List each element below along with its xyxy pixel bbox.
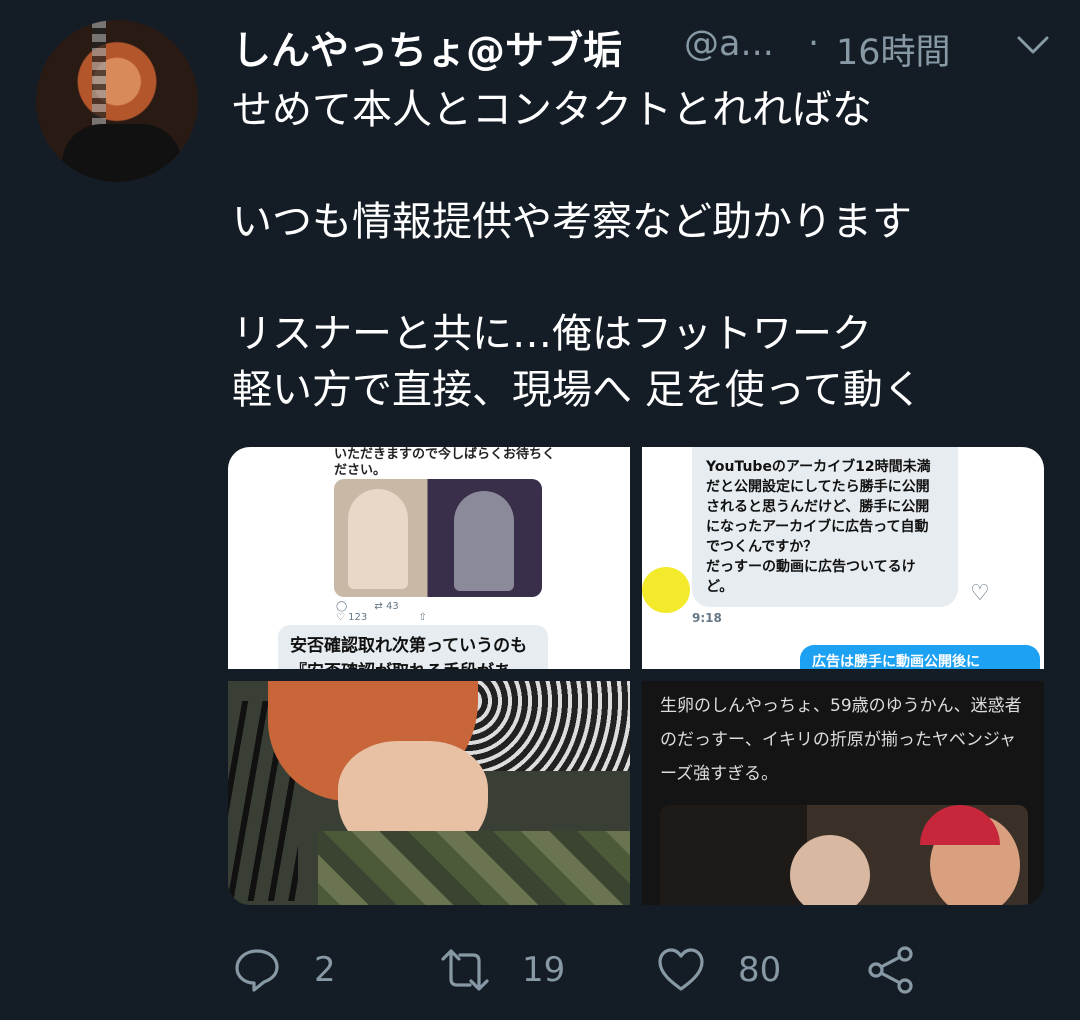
tweet-line: 軽い方で直接、現場へ 足を使って動く — [232, 367, 923, 413]
tweet-header: しんやっちょ@サブ垢 @a... · 16時間 — [232, 20, 1050, 75]
retweet-count: 19 — [522, 950, 566, 990]
chevron-down-icon[interactable] — [1016, 32, 1050, 58]
person-silhouette — [454, 491, 514, 591]
like-count-value: 123 — [348, 612, 368, 623]
heart-icon — [658, 948, 704, 991]
tweet-actions: 2 19 80 — [232, 940, 952, 1000]
retweet-count: ⇄ 43 — [374, 601, 399, 612]
video-thumbnail — [660, 805, 1028, 905]
like-count: 80 — [738, 950, 782, 990]
camo-jacket — [318, 831, 630, 905]
share-icon — [868, 946, 913, 994]
media-grid: いただきますので今しばらくお待ちください。 ◯ ⇄ 43 ♡ 123 ⇧ 安否確… — [228, 447, 1044, 905]
heart-add-icon: ♡ — [970, 581, 990, 606]
like-button[interactable]: 80 — [656, 940, 781, 1000]
reply-icon: ◯ — [336, 601, 348, 612]
media-image-1[interactable]: いただきますので今しばらくお待ちください。 ◯ ⇄ 43 ♡ 123 ⇧ 安否確… — [228, 447, 630, 669]
person-silhouette — [348, 489, 408, 589]
image-caption: 生卵のしんやっちょ、59歳のゆうかん、迷惑者のだっすー、イキリの折原が揃ったヤベ… — [660, 696, 1022, 784]
person-face — [790, 835, 870, 905]
yellow-highlight — [642, 567, 690, 613]
separator-dot: · — [808, 24, 820, 64]
tweet-body: せめて本人とコンタクトとれればな いつも情報提供や考察など助かります リスナーと… — [232, 82, 1052, 418]
share-button[interactable] — [866, 940, 916, 1000]
reply-bubble: 広告は勝手に動画公開後に — [800, 645, 1040, 669]
media-image-3[interactable] — [228, 681, 630, 905]
retweet-icon — [441, 949, 489, 991]
retweet-button[interactable]: 19 — [440, 940, 565, 1000]
reply-count: 2 — [314, 950, 336, 990]
tweet-timestamp[interactable]: 16時間 — [836, 24, 951, 75]
screenshot-text: いただきますので今しばらくお待ちください。 — [334, 447, 556, 478]
share-icon: ⇧ — [418, 612, 427, 623]
like-count: ♡ 123 — [336, 612, 368, 623]
screenshot-actions: ◯ ⇄ 43 ♡ 123 ⇧ — [336, 601, 516, 623]
screenshot-photo — [334, 479, 542, 597]
user-avatar[interactable] — [36, 20, 198, 182]
tweet-line: せめて本人とコンタクトとれればな — [232, 87, 872, 133]
avatar-body — [62, 124, 182, 182]
message-bubble: 安否確認取れ次第っていうのも『安否確認が取れる手段がある』ってこ — [278, 625, 548, 669]
message-timestamp: 9:18 — [692, 611, 722, 625]
media-image-2[interactable]: YouTubeのアーカイブ12時間未満 だと公開設定にしてたら勝手に公開 される… — [642, 447, 1044, 669]
media-image-4[interactable]: 生卵のしんやっちょ、59歳のゆうかん、迷惑者のだっすー、イキリの折原が揃ったヤベ… — [642, 681, 1044, 905]
display-name[interactable]: しんやっちょ@サブ垢 — [232, 20, 622, 76]
reply-icon — [235, 949, 279, 992]
retweet-count-value: 43 — [385, 601, 399, 612]
tweet-line: いつも情報提供や考察など助かります — [232, 199, 912, 245]
dm-message: YouTubeのアーカイブ12時間未満 だと公開設定にしてたら勝手に公開 される… — [692, 447, 958, 607]
tweet-line: リスナーと共に…俺はフットワーク — [232, 311, 872, 357]
reply-button[interactable]: 2 — [232, 940, 336, 1000]
user-handle[interactable]: @a... — [684, 24, 774, 64]
red-hat — [920, 805, 1000, 845]
